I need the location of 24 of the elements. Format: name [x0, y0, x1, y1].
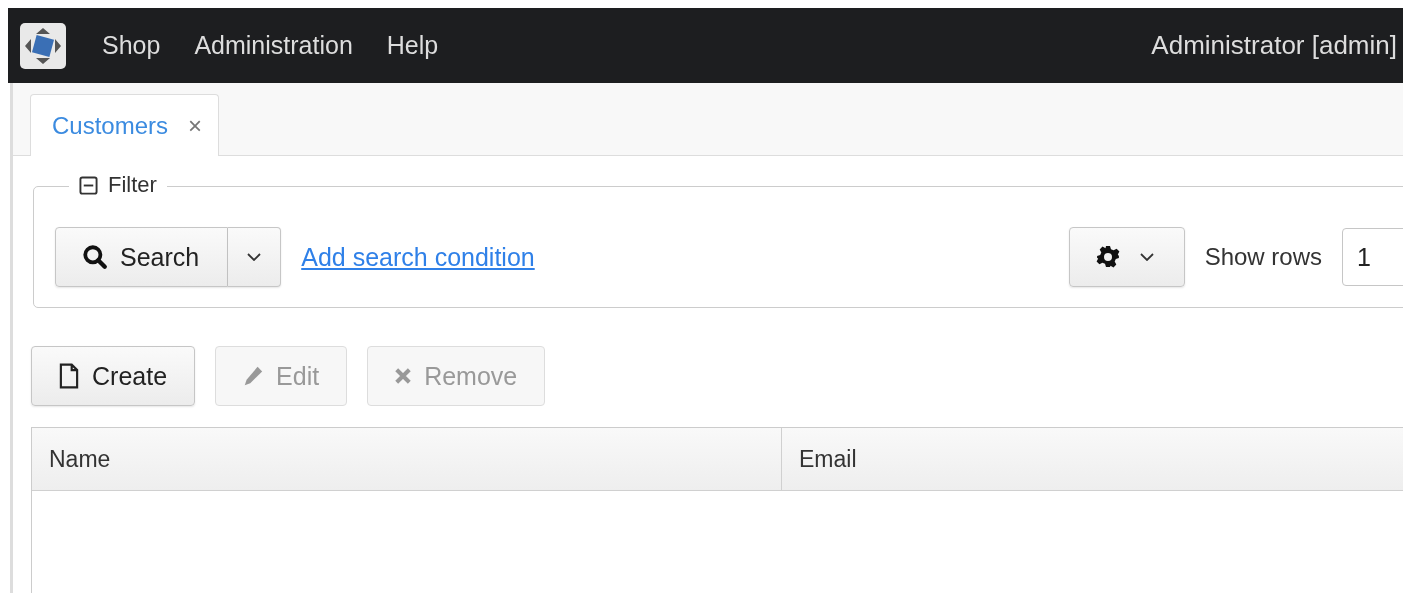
search-icon — [82, 244, 108, 270]
column-header[interactable]: Name — [32, 428, 782, 490]
close-icon[interactable]: × — [188, 111, 203, 140]
user-name[interactable]: Administrator [admin] — [1151, 30, 1397, 61]
chevron-icon — [247, 253, 262, 261]
menu-item[interactable]: Shop — [102, 31, 161, 60]
settings-icon — [1095, 245, 1120, 269]
column-header[interactable]: Email — [782, 428, 1403, 490]
cross-icon — [394, 367, 413, 385]
tab-label[interactable]: Customers — [52, 111, 169, 140]
rows-field[interactable]: 1 — [1342, 228, 1403, 286]
settings-button[interactable] — [1068, 227, 1185, 287]
action-button[interactable]: Create — [31, 346, 196, 406]
menu-item[interactable]: Help — [386, 31, 439, 60]
logo-icon[interactable] — [19, 21, 67, 70]
filter-title: Filter — [108, 172, 157, 198]
chevron-icon — [1139, 253, 1154, 261]
tab[interactable]: Customers × — [30, 94, 220, 156]
collapse-icon[interactable] — [79, 175, 98, 195]
show-rows-label: Show rows — [1204, 243, 1322, 271]
search-button[interactable]: Search — [55, 227, 229, 287]
document-icon — [58, 363, 80, 389]
menu-item[interactable]: Administration — [194, 31, 353, 60]
add-condition-link[interactable]: Add search condition — [301, 242, 535, 272]
